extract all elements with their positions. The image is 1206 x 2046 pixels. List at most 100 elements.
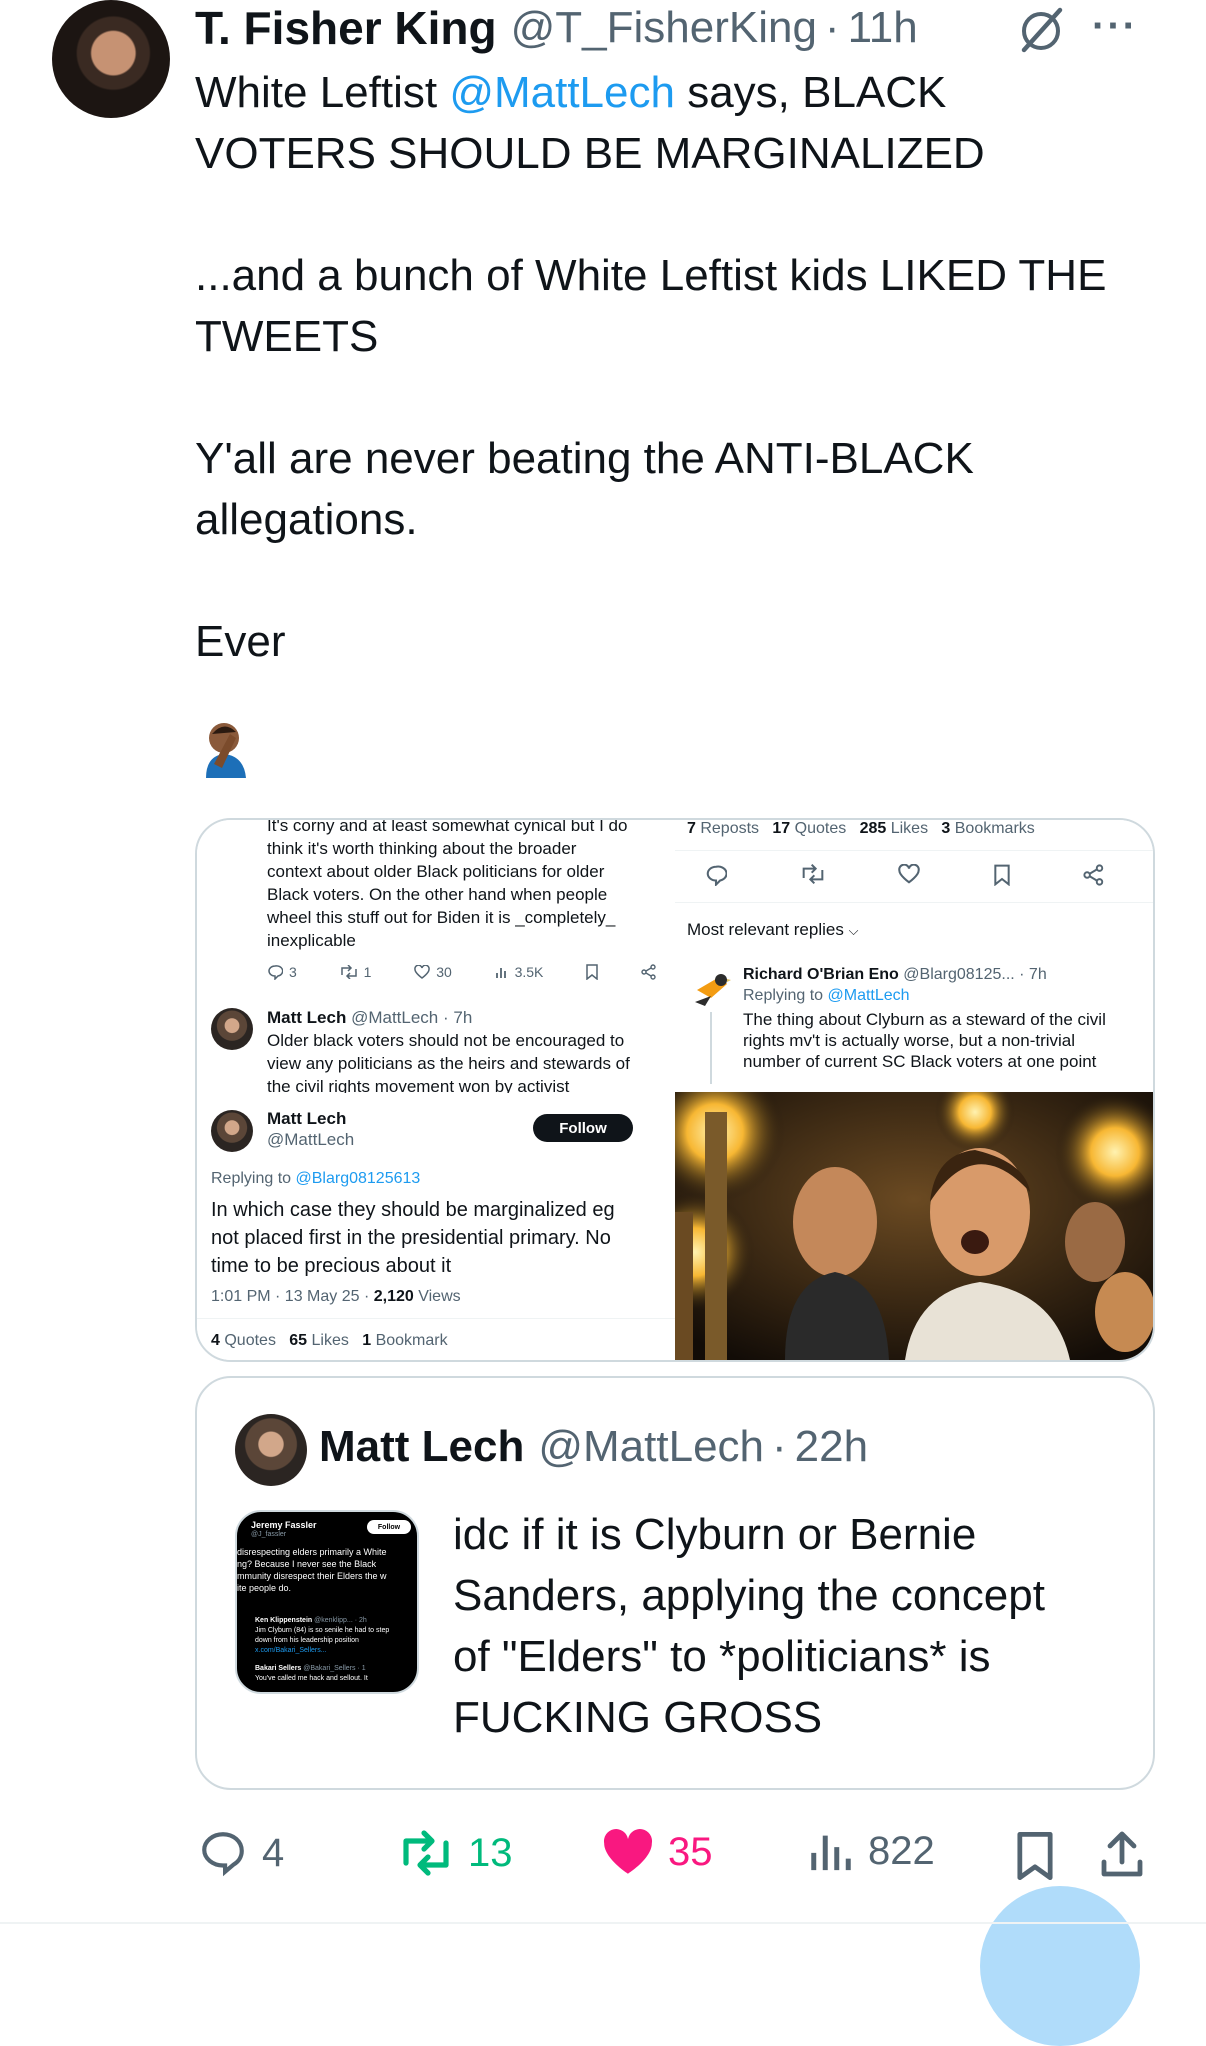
replying-handle[interactable]: @Blarg08125613 (296, 1170, 421, 1187)
text-line: the civil rights movement won by activis… (267, 1077, 570, 1093)
repost-icon (340, 965, 357, 979)
bookmarks-count: 3 (941, 820, 951, 837)
reply-right-block: Richard O'Brian Eno @Blarg08125... · 7h … (743, 964, 1143, 1072)
author-handle[interactable]: @T_FisherKing (511, 3, 817, 53)
bird-avatar (691, 968, 731, 1008)
replying-handle[interactable]: @MattLech (828, 987, 910, 1004)
grok-icon[interactable] (1016, 4, 1066, 54)
mini-reply[interactable]: 3 (267, 964, 297, 980)
reply-icon[interactable] (705, 864, 727, 886)
share-button[interactable] (1098, 1828, 1146, 1880)
like-action[interactable]: 35 (602, 1828, 713, 1876)
text-line: time to be precious about it (211, 1255, 452, 1277)
text-line: inexplicable (267, 931, 356, 950)
more-options-icon[interactable]: ··· (1092, 4, 1138, 49)
text-line: allegations. (195, 495, 418, 544)
right-action-bar (705, 864, 1105, 886)
quote-thumbnail[interactable]: Jeremy Fassler @J_fassler Follow disresp… (235, 1510, 419, 1694)
most-relevant-replies[interactable]: Most relevant replies ⌵ (687, 920, 858, 940)
text-span: says, BLACK (674, 68, 947, 117)
replying-prefix: Replying to (743, 987, 828, 1004)
text-line: ...and a bunch of White Leftist kids LIK… (195, 251, 1107, 300)
text-line: not placed first in the presidential pri… (211, 1227, 611, 1249)
share-icon[interactable] (1083, 864, 1105, 886)
text-line: number of current SC Black voters at one… (743, 1052, 1097, 1071)
text-line: Ever (195, 617, 286, 666)
quoted-tweet-card[interactable]: Matt Lech @MattLech · 22h Jeremy Fassler… (195, 1376, 1155, 1790)
tweet-meta: 1:01 PM · 13 May 25 · 2,120 Views (211, 1288, 671, 1306)
heart-icon[interactable] (898, 864, 920, 884)
bookmarks-count: 1 (362, 1332, 372, 1349)
reply-count: 4 (262, 1830, 285, 1875)
reply-handle: @MattLech · 7h (351, 1008, 473, 1027)
torch-rally-photo[interactable] (675, 1092, 1153, 1360)
repost-icon (403, 1830, 449, 1876)
meta-views-label: Views (413, 1288, 461, 1305)
quote-handle[interactable]: @MattLech (538, 1422, 764, 1472)
text-line: FUCKING GROSS (453, 1693, 823, 1742)
reply-icon (268, 965, 283, 980)
author-avatar[interactable] (52, 0, 170, 118)
heart-icon (414, 965, 430, 979)
tweet-text: White Leftist @MattLech says, BLACK VOTE… (195, 62, 1155, 672)
thumb-reply-name: Ken Klippenstein (255, 1617, 313, 1624)
text-line: White Leftist @MattLech says, BLACK (195, 62, 1155, 123)
bookmark-button[interactable] (1014, 1830, 1056, 1882)
mini-bookmark[interactable] (586, 964, 598, 980)
chevron-down-icon: ⌵ (848, 923, 859, 938)
quote-separator: · (772, 1422, 787, 1471)
text-line: wheel this stuff out for Biden it is _co… (267, 908, 616, 927)
quote-text: idc if it is Clyburn or Bernie Sanders, … (453, 1504, 1133, 1748)
thumb-reply-handle: @kenklipp... · 2h (314, 1617, 367, 1624)
repost-icon[interactable] (801, 864, 825, 884)
quotes-count: 4 (211, 1332, 220, 1349)
mini-like[interactable]: 30 (414, 964, 452, 980)
main-tweet-body: Replying to @Blarg08125613 In which case… (211, 1170, 671, 1306)
text-line: think it's worth thinking about the broa… (267, 839, 577, 858)
views-action[interactable]: 822 (808, 1828, 935, 1874)
tweet-time[interactable]: 11h (848, 3, 918, 53)
thumb-reply-2: Bakari Sellers @Bakari_Sellers · 1 You'v… (255, 1664, 417, 1684)
author-name[interactable]: T. Fisher King (195, 1, 497, 55)
reply-header: Matt Lech @MattLech · 7h (267, 1006, 667, 1029)
reply-action[interactable]: 4 (198, 1828, 284, 1878)
text-line: In which case they should be marginalize… (211, 1199, 615, 1221)
replying-to: Replying to @MattLech (743, 985, 1143, 1006)
quotes-count: 17 (772, 820, 791, 837)
text-line: Black voters. On the other hand when peo… (267, 885, 608, 904)
likes-label: Likes (307, 1332, 349, 1349)
mini-share[interactable] (641, 964, 657, 980)
mini-views[interactable]: 3.5K (495, 964, 544, 980)
media-left-screenshot[interactable]: It's corny and at least somewhat cynical… (197, 820, 675, 1360)
text-line: Jim Clyburn (84) is so senile he had to … (255, 1627, 390, 1634)
mini-repost[interactable]: 1 (340, 964, 371, 980)
compose-fab[interactable] (980, 1886, 1140, 2046)
header-separator: · (824, 3, 840, 52)
quote-name[interactable]: Matt Lech (319, 1422, 524, 1472)
repost-action[interactable]: 13 (398, 1828, 513, 1878)
text-line: down from his leadership position (255, 1637, 359, 1644)
thumb-reply2-handle: @Bakari_Sellers · 1 (303, 1665, 366, 1672)
thumb-reply2-name: Bakari Sellers (255, 1665, 302, 1672)
follow-button[interactable]: Follow (533, 1114, 633, 1142)
meta-time: 1:01 PM · 13 May 25 · (211, 1288, 374, 1305)
reply-name: Richard O'Brian Eno (743, 966, 899, 983)
bookmarks-label: Bookmark (371, 1332, 448, 1349)
replying-to: Replying to @Blarg08125613 (211, 1170, 671, 1188)
media-card[interactable]: It's corny and at least somewhat cynical… (195, 818, 1155, 1362)
mention-link[interactable]: @MattLech (449, 68, 675, 117)
text-line: x.com/Bakari_Sellers... (255, 1647, 327, 1654)
meta-views: 2,120 (373, 1288, 414, 1305)
main-avatar (211, 1110, 253, 1152)
quote-avatar[interactable] (235, 1414, 307, 1486)
views-count: 3.5K (514, 964, 544, 980)
thumb-handle: @J_fassler (251, 1531, 287, 1538)
quote-time[interactable]: 22h (795, 1422, 868, 1472)
bookmark-icon[interactable] (993, 864, 1010, 886)
engagement-stats-right: 7 Reposts 17 Quotes 285 Likes 3 Bookmark… (687, 820, 1035, 838)
most-relevant-label: Most relevant replies (687, 920, 844, 939)
media-right-screenshot[interactable]: 7 Reposts 17 Quotes 285 Likes 3 Bookmark… (675, 820, 1153, 1360)
bookmarks-label: Bookmarks (950, 820, 1035, 837)
